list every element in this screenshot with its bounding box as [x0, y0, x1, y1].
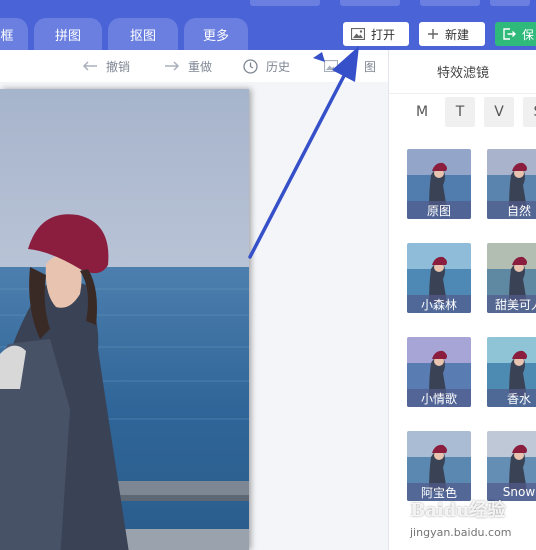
tab-collage[interactable]: 拼图: [34, 18, 102, 50]
filter-group-t[interactable]: T: [445, 97, 475, 127]
image-label: 图: [364, 59, 377, 74]
tab-cutout[interactable]: 抠图: [108, 18, 178, 50]
filter-thumbnail[interactable]: 原图: [407, 149, 471, 219]
filter-thumbnail[interactable]: 甜美可人: [487, 243, 536, 313]
top-strip-item[interactable]: [420, 0, 480, 6]
watermark-brand: Baidu经验: [410, 500, 506, 521]
filter-thumbnail[interactable]: 自然: [487, 149, 536, 219]
undo-button[interactable]: 撤销: [82, 50, 130, 82]
filter-thumbnail[interactable]: 小森林: [407, 243, 471, 313]
open-button[interactable]: 打开: [343, 22, 409, 46]
tab-label: 更多: [202, 28, 229, 44]
tab-label: 框: [0, 28, 14, 44]
arrow-left-icon: [82, 61, 98, 71]
image-button[interactable]: 图: [324, 50, 376, 82]
redo-label: 重做: [188, 59, 213, 74]
tab-label: 抠图: [129, 28, 156, 44]
plus-icon: [427, 28, 439, 40]
filter-label: 小情歌: [407, 389, 471, 407]
save-button-label: 保: [522, 27, 535, 42]
top-strip-item[interactable]: [490, 0, 530, 6]
panel-title: 特效滤镜: [389, 50, 536, 94]
filter-label: 自然: [487, 201, 536, 219]
new-button[interactable]: 新建: [419, 22, 485, 46]
canvas-area[interactable]: [0, 82, 388, 550]
tab-more[interactable]: 更多: [184, 18, 248, 50]
picture-icon: [324, 60, 338, 72]
top-strip-item[interactable]: [340, 0, 400, 6]
filter-group-v[interactable]: V: [484, 97, 514, 127]
open-button-label: 打开: [371, 27, 396, 42]
filter-thumbnail[interactable]: 小情歌: [407, 337, 471, 407]
export-icon: [503, 28, 516, 40]
filter-label: 香水: [487, 389, 536, 407]
filter-label: 小森林: [407, 295, 471, 313]
edit-toolbar: 撤销 重做 历史 图: [0, 50, 388, 82]
top-navigation-bar: 框 拼图 抠图 更多 打开 新建 保: [0, 0, 536, 50]
filter-label: 甜美可人: [487, 295, 536, 313]
save-button[interactable]: 保: [495, 22, 536, 46]
arrow-right-icon: [164, 61, 180, 71]
edited-photo[interactable]: [0, 89, 249, 550]
top-strip-item[interactable]: [250, 0, 320, 6]
watermark-url: jingyan.baidu.com: [410, 526, 512, 539]
filter-group-s[interactable]: S: [523, 97, 536, 127]
redo-button[interactable]: 重做: [164, 50, 212, 82]
watermark: Baidu经验 jingyan.baidu.com: [400, 490, 536, 550]
tab-label: 拼图: [54, 28, 81, 44]
history-button[interactable]: 历史: [243, 50, 290, 82]
undo-label: 撤销: [106, 59, 131, 74]
filter-thumbnail[interactable]: 香水: [487, 337, 536, 407]
filter-group-m[interactable]: M: [407, 97, 437, 127]
history-label: 历史: [266, 59, 291, 74]
tab-frame[interactable]: 框: [0, 18, 28, 50]
clock-icon: [243, 58, 258, 74]
filter-label: 原图: [407, 201, 471, 219]
new-button-label: 新建: [445, 27, 470, 42]
image-icon: [351, 28, 365, 40]
